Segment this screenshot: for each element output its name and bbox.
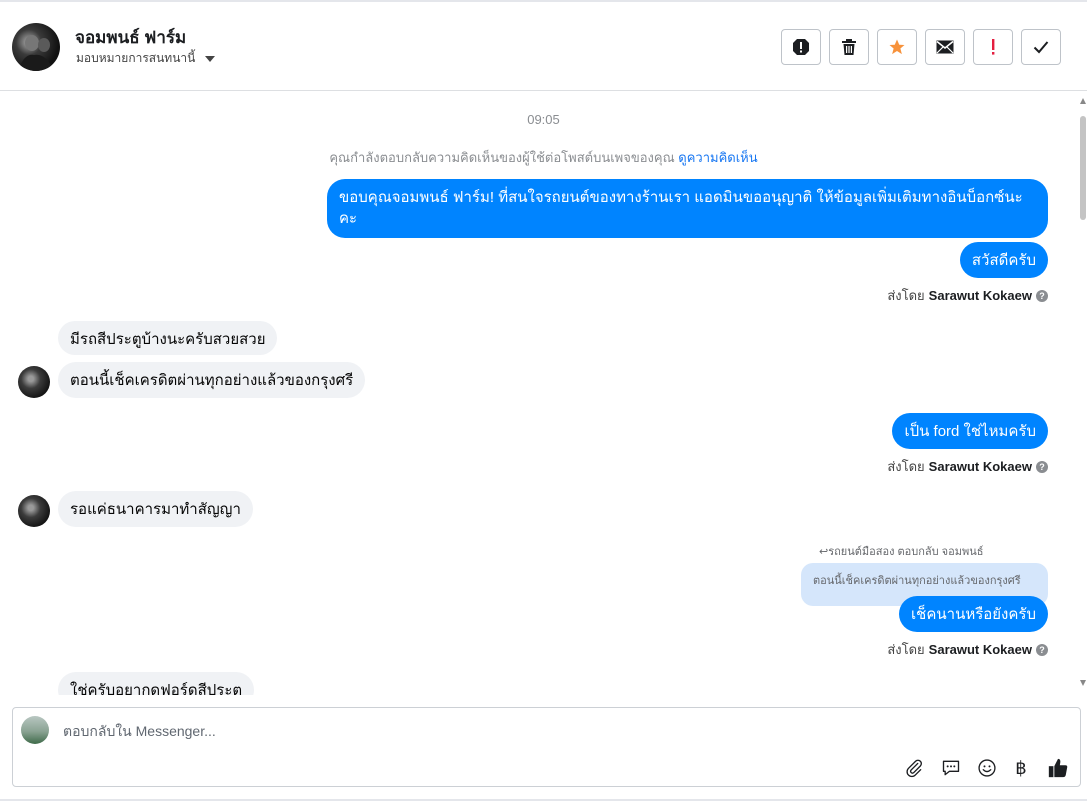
- paperclip-icon: [906, 759, 922, 778]
- message-outgoing[interactable]: เป็น ford ใช่ไหมครับ: [892, 413, 1048, 449]
- message-timestamp: 09:05: [527, 112, 560, 127]
- star-icon: [889, 39, 905, 55]
- conversation-header: จอมพนธ์ ฟาร์ม มอบหมายการสนทนานี้: [0, 0, 1087, 91]
- message-incoming[interactable]: รอแค่ธนาคารมาทำสัญญา: [58, 491, 253, 527]
- contact-avatar: [18, 495, 50, 527]
- help-icon[interactable]: ?: [1036, 460, 1048, 473]
- check-icon: [1033, 41, 1049, 54]
- attach-button[interactable]: [902, 756, 926, 780]
- reply-quote-label: ↩รถยนต์มือสอง ตอบกลับ จอมพนธ์: [819, 542, 983, 560]
- help-icon[interactable]: ?: [1036, 289, 1048, 302]
- reply-input[interactable]: [61, 718, 865, 744]
- sent-by-name: Sarawut Kokaew: [928, 288, 1032, 303]
- scroll-up-icon[interactable]: [1080, 98, 1086, 104]
- emoji-button[interactable]: [975, 756, 999, 780]
- reply-arrow-icon: ↩: [819, 546, 829, 558]
- mail-icon: [936, 40, 954, 54]
- assign-label: มอบหมายการสนทนานี้: [76, 51, 196, 65]
- mark-done-button[interactable]: [1021, 29, 1061, 65]
- assign-conversation-dropdown[interactable]: มอบหมายการสนทนานี้: [76, 49, 216, 68]
- message-outgoing[interactable]: สวัสดีครับ: [959, 242, 1048, 278]
- sent-by-label: ส่งโดย Sarawut Kokaew ?: [887, 285, 1048, 306]
- saved-replies-button[interactable]: [939, 756, 963, 780]
- contact-avatar: [18, 366, 50, 398]
- contact-avatar[interactable]: [12, 23, 60, 71]
- sent-by-prefix: ส่งโดย: [887, 459, 925, 474]
- like-button[interactable]: [1046, 756, 1070, 780]
- emoji-icon: [978, 759, 996, 777]
- message-outgoing[interactable]: เช็คนานหรือยังครับ: [899, 596, 1048, 632]
- sent-by-label: ส่งโดย Sarawut Kokaew ?: [887, 456, 1048, 477]
- message-composer: ฿: [12, 707, 1081, 787]
- mark-unread-button[interactable]: [925, 29, 965, 65]
- scroll-down-icon[interactable]: [1080, 680, 1086, 686]
- important-icon: [992, 39, 995, 55]
- message-incoming[interactable]: ใช่ครับอยากดฟอร์ดสีประต: [58, 672, 255, 695]
- scrollbar-thumb[interactable]: [1080, 116, 1086, 220]
- sent-by-name: Sarawut Kokaew: [928, 642, 1032, 657]
- thumbs-up-icon: [1048, 758, 1068, 778]
- message-incoming[interactable]: มีรถสีประตูบ้างนะครับสวยสวย: [58, 321, 278, 355]
- view-comment-link[interactable]: ดูความคิดเห็น: [678, 150, 757, 165]
- spam-button[interactable]: [781, 29, 821, 65]
- sent-by-prefix: ส่งโดย: [887, 642, 925, 657]
- star-button[interactable]: [877, 29, 917, 65]
- reply-context-note: คุณกำลังตอบกลับความคิดเห็นของผู้ใช้ต่อโพ…: [0, 147, 1087, 168]
- saved-reply-icon: [942, 760, 960, 776]
- sent-by-label: ส่งโดย Sarawut Kokaew ?: [887, 639, 1048, 660]
- page-avatar: [21, 716, 49, 744]
- quote-label-text: รถยนต์มือสอง ตอบกลับ จอมพนธ์: [828, 546, 984, 558]
- delete-button[interactable]: [829, 29, 869, 65]
- mark-important-button[interactable]: [973, 29, 1013, 65]
- chevron-down-icon: [205, 55, 216, 62]
- payment-button[interactable]: ฿: [1009, 756, 1033, 780]
- contact-name[interactable]: จอมพนธ์ ฟาร์ม: [75, 24, 186, 51]
- message-thread[interactable]: 09:05 คุณกำลังตอบกลับความคิดเห็นของผู้ใช…: [0, 92, 1087, 695]
- baht-icon: ฿: [1015, 757, 1027, 778]
- sent-by-prefix: ส่งโดย: [887, 288, 925, 303]
- help-icon[interactable]: ?: [1036, 643, 1048, 656]
- sent-by-name: Sarawut Kokaew: [928, 459, 1032, 474]
- reply-note-text: คุณกำลังตอบกลับความคิดเห็นของผู้ใช้ต่อโพ…: [329, 150, 675, 165]
- trash-icon: [842, 39, 856, 55]
- message-incoming[interactable]: ตอนนี้เช็คเครดิตผ่านทุกอย่างแล้วของกรุงศ…: [58, 362, 366, 398]
- message-outgoing[interactable]: ขอบคุณจอมพนธ์ ฟาร์ม! ที่สนใจรถยนต์ของทาง…: [327, 179, 1048, 238]
- spam-icon: [793, 39, 809, 55]
